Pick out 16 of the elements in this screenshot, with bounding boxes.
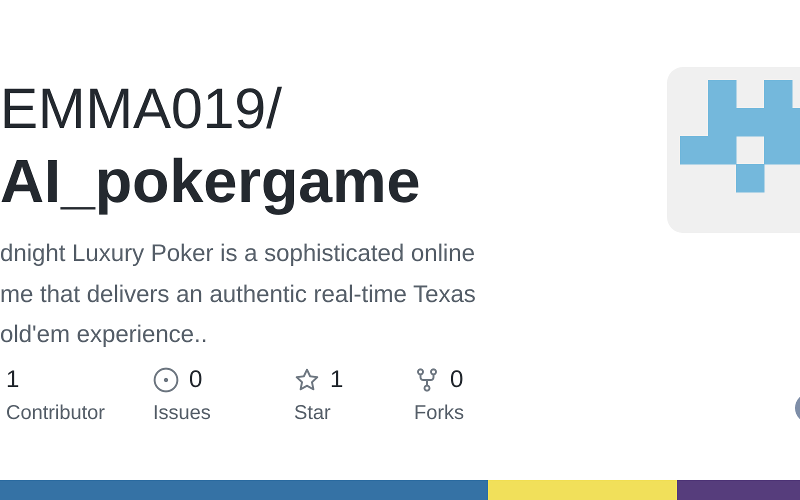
description-line: me that delivers an authentic real-time Texas	[0, 280, 477, 310]
stat-count: 0	[189, 366, 202, 394]
description-line: dnight Luxury Poker is a sophisticated online	[0, 239, 476, 269]
issue-icon	[153, 366, 179, 392]
description-line: old'em experience..	[0, 320, 208, 350]
stat-label: Star	[294, 402, 332, 424]
stat-count: 0	[450, 366, 464, 394]
stat-label: Forks	[414, 402, 464, 424]
star-icon	[294, 366, 320, 392]
stat-count: 1	[6, 366, 20, 394]
owner-name: EMMA019/	[0, 76, 283, 142]
stat-label: Contributor	[6, 402, 106, 424]
fork-icon	[414, 366, 440, 392]
stat-label: Issues	[153, 402, 212, 424]
stat-count: 1	[330, 366, 344, 394]
repository-name: AI_pokergame	[0, 148, 422, 214]
